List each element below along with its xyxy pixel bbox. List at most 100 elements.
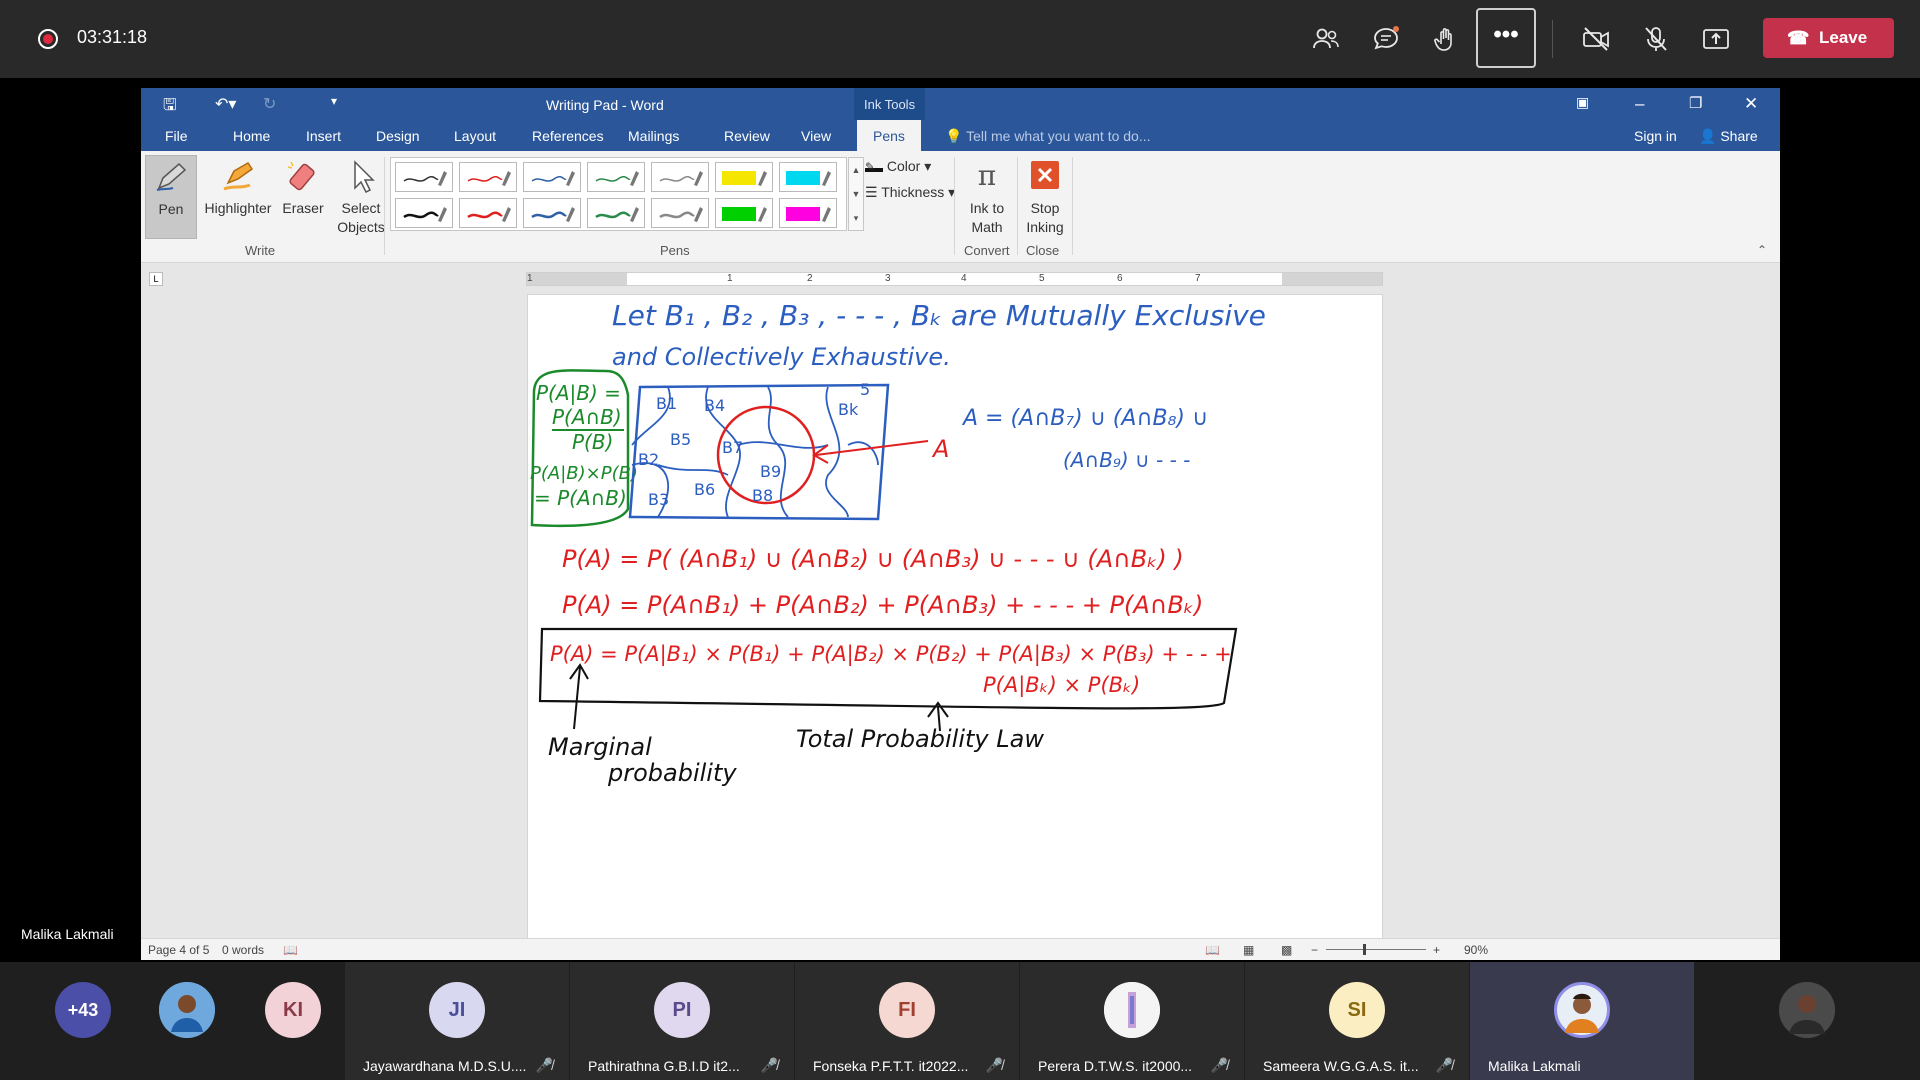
participant-tile[interactable]: Perera D.T.W.S. it2000... 🎤̸ [1020, 962, 1244, 1080]
pen-preset[interactable] [651, 198, 709, 228]
pen-preset[interactable] [715, 198, 773, 228]
participant-photo-avatar[interactable] [159, 982, 215, 1038]
participant-name: Perera D.T.W.S. it2000... [1038, 1058, 1193, 1074]
word-status-bar: Page 4 of 5 0 words 📖 📖 ▦ ▩ − + 90% [141, 938, 1780, 960]
tab-selector[interactable]: L [149, 272, 163, 286]
ink-to-math-label-2: Math [971, 219, 1003, 235]
leave-button[interactable]: ☎ Leave [1763, 18, 1894, 58]
leave-label: Leave [1819, 28, 1868, 47]
participant-tile-speaking[interactable]: Malika Lakmali [1470, 962, 1694, 1080]
gallery-scroll[interactable]: ▲ ▼ ▾ [848, 157, 864, 231]
a-equation-1: A = (A∩B₇) ∪ (A∩B₈) ∪ [961, 406, 1208, 431]
horizontal-ruler[interactable]: 1 1 2 3 4 5 6 7 [526, 272, 1383, 286]
thickness-dropdown[interactable]: ☰ Thickness ▾ [865, 183, 955, 202]
restore-icon[interactable]: ❐ [1689, 94, 1702, 112]
highlighter-button[interactable]: Highlighter [199, 155, 277, 218]
venn-label: 5 [860, 380, 870, 399]
pen-preset[interactable] [715, 162, 773, 192]
write-group-label: Write [245, 243, 276, 258]
tab-pens[interactable]: Pens [857, 120, 921, 151]
page-count[interactable]: Page 4 of 5 [148, 943, 209, 957]
ruler-number: 7 [1195, 273, 1201, 284]
more-actions-button[interactable]: ••• [1476, 8, 1536, 68]
pen-preset[interactable] [587, 198, 645, 228]
self-video-avatar[interactable] [1779, 982, 1835, 1038]
green-note-1: P(A|B) = [536, 381, 621, 405]
pen-preset[interactable] [523, 162, 581, 192]
zoom-level[interactable]: 90% [1464, 943, 1488, 957]
proofing-icon[interactable]: 📖 [283, 943, 298, 957]
ribbon-display-options-icon[interactable]: ▣ [1576, 94, 1589, 111]
pen-preset[interactable] [523, 198, 581, 228]
undo-icon[interactable]: ↶▾ [215, 94, 236, 114]
pi-icon: π [977, 159, 997, 192]
minimize-icon[interactable]: – [1635, 94, 1644, 114]
word-window: 🖫 ↶▾ ↻ ▾ Writing Pad - Word Ink Tools ▣ … [141, 88, 1780, 960]
tab-home[interactable]: Home [233, 128, 270, 144]
participant-name: Jayawardhana M.D.S.U.... [363, 1058, 527, 1074]
redo-icon[interactable]: ↻ [263, 94, 276, 114]
venn-label: Bk [838, 400, 859, 419]
pen-button[interactable]: Pen [145, 155, 197, 239]
group-divider [1017, 157, 1018, 255]
document-page[interactable]: Let B₁ , B₂ , B₃ , - - - , Bₖ are Mutual… [527, 294, 1383, 940]
pen-preset[interactable] [779, 162, 837, 192]
group-divider [384, 157, 385, 255]
sign-in-link[interactable]: Sign in [1634, 128, 1677, 144]
read-mode-icon[interactable]: 📖 [1205, 943, 1220, 957]
pen-preset[interactable] [651, 162, 709, 192]
chat-icon[interactable] [1371, 24, 1401, 54]
venn-label: B3 [648, 490, 669, 509]
zoom-out-icon[interactable]: − [1311, 943, 1318, 957]
stop-inking-button[interactable]: Stop Inking [1021, 155, 1069, 237]
ink-to-math-button[interactable]: π Ink to Math [959, 155, 1015, 237]
tab-design[interactable]: Design [376, 128, 420, 144]
pens-ribbon: Pen Highlighter Eraser Select Objects Wr… [141, 151, 1780, 263]
participant-name: Sameera W.G.G.A.S. it... [1263, 1058, 1419, 1074]
share-button[interactable]: 👤 Share [1699, 128, 1758, 145]
print-layout-icon[interactable]: ▦ [1243, 943, 1254, 957]
tab-file[interactable]: File [165, 128, 188, 144]
participant-tile[interactable]: JI Jayawardhana M.D.S.U.... 🎤̸ [345, 962, 569, 1080]
participant-tile[interactable]: SI Sameera W.G.G.A.S. it... 🎤̸ [1245, 962, 1469, 1080]
zoom-in-icon[interactable]: + [1433, 943, 1440, 957]
customize-toolbar-icon[interactable]: ▾ [331, 94, 337, 108]
pen-preset[interactable] [395, 162, 453, 192]
zoom-slider-thumb[interactable] [1363, 944, 1366, 955]
tell-me-search[interactable]: 💡 Tell me what you want to do... [945, 128, 1151, 145]
pen-preset[interactable] [587, 162, 645, 192]
color-dropdown[interactable]: ✎ Color ▾ [865, 157, 931, 176]
web-layout-icon[interactable]: ▩ [1281, 943, 1292, 957]
select-objects-button[interactable]: Select Objects [331, 155, 391, 237]
reactions-icon[interactable] [1431, 24, 1461, 54]
word-count[interactable]: 0 words [222, 943, 264, 957]
share-screen-icon[interactable] [1701, 24, 1731, 54]
participant-avatar: PI [654, 982, 710, 1038]
close-icon[interactable]: ✕ [1744, 94, 1758, 114]
pen-preset[interactable] [395, 198, 453, 228]
mic-muted-icon: 🎤̸ [760, 1057, 778, 1073]
tab-mailings[interactable]: Mailings [628, 128, 679, 144]
tab-insert[interactable]: Insert [306, 128, 341, 144]
collapse-ribbon-icon[interactable]: ⌃ [1757, 243, 1767, 257]
eraser-button[interactable]: Eraser [277, 155, 329, 218]
venn-labels: B1 B4 B5 B7 B9 B2 B3 B6 B8 Bk 5 [638, 380, 870, 509]
pen-preset[interactable] [459, 162, 517, 192]
pen-label: Pen [158, 201, 184, 217]
tab-view[interactable]: View [801, 128, 831, 144]
overflow-participants-button[interactable]: +43 [55, 982, 111, 1038]
participants-icon[interactable] [1311, 24, 1341, 54]
camera-off-icon[interactable] [1581, 24, 1611, 54]
zoom-slider[interactable] [1326, 949, 1426, 950]
tab-review[interactable]: Review [724, 128, 770, 144]
participant-initials-avatar[interactable]: KI [265, 982, 321, 1038]
tab-references[interactable]: References [532, 128, 604, 144]
participant-tile[interactable]: PI Pathirathna G.B.I.D it2... 🎤̸ [570, 962, 794, 1080]
group-divider [954, 157, 955, 255]
tab-layout[interactable]: Layout [454, 128, 496, 144]
pen-preset[interactable] [459, 198, 517, 228]
participant-tile[interactable]: FI Fonseka P.F.T.T. it2022... 🎤̸ [795, 962, 1019, 1080]
save-icon[interactable]: 🖫 [163, 94, 177, 121]
mic-off-icon[interactable] [1641, 24, 1671, 54]
pen-preset[interactable] [779, 198, 837, 228]
